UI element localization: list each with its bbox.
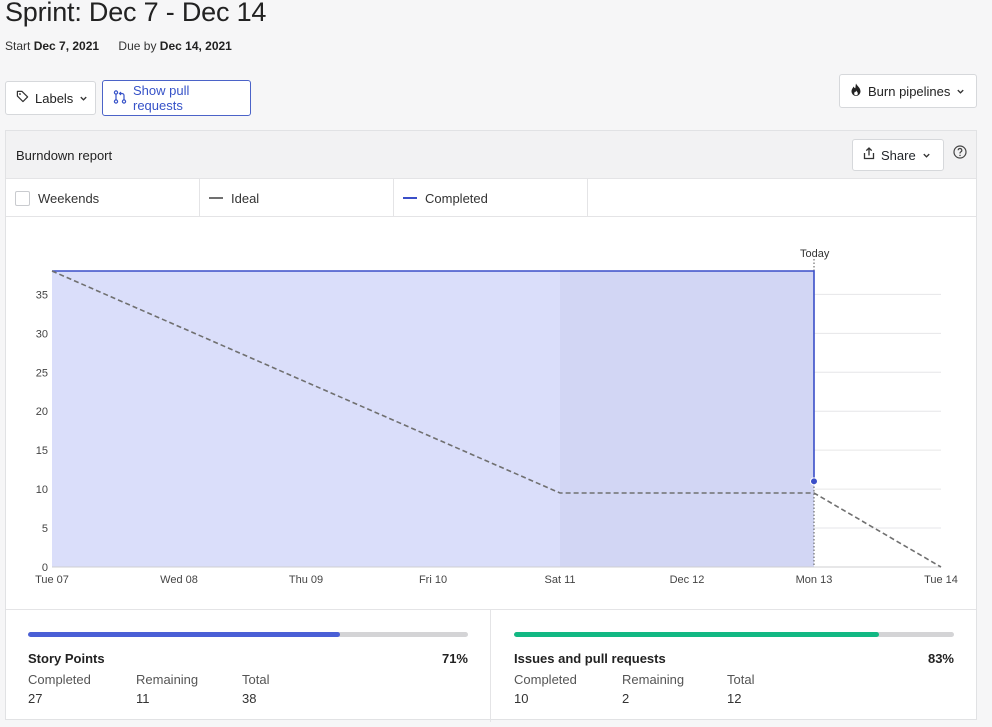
- issues-percent: 83%: [927, 651, 954, 666]
- y-tick-label: 5: [42, 523, 48, 535]
- weekends-checkbox[interactable]: [15, 190, 30, 206]
- chevron-down-icon: [79, 91, 88, 106]
- legend-completed[interactable]: Completed: [394, 179, 588, 217]
- y-tick-label: 30: [36, 328, 48, 340]
- weekend-shade: [560, 271, 814, 567]
- story-points-completed-value: 27: [28, 691, 43, 706]
- sprint-dates: Start Dec 7, 2021 Due by Dec 14, 2021: [5, 39, 232, 53]
- sprint-page: Sprint: Dec 7 - Dec 14 Start Dec 7, 2021…: [0, 0, 992, 727]
- show-pull-requests-button[interactable]: Show pull requests: [102, 80, 251, 116]
- tag-icon: [16, 90, 29, 106]
- stats-section: Story Points 71% Completed Remaining Tot…: [6, 609, 977, 722]
- story-points-percent: 71%: [441, 651, 468, 666]
- story-points-remaining-value: 11: [136, 691, 150, 706]
- issues-remaining-value: 2: [622, 691, 630, 706]
- chart-legend: Weekends Ideal Completed: [6, 179, 976, 217]
- legend-ideal[interactable]: Ideal: [200, 179, 394, 217]
- issues-title: Issues and pull requests: [514, 651, 666, 666]
- show-pull-requests-label: Show pull requests: [133, 83, 190, 113]
- issues-card: Issues and pull requests 83% Completed R…: [491, 610, 977, 722]
- issues-total-label: Total: [727, 672, 755, 687]
- story-points-completed-label: Completed: [28, 672, 91, 687]
- story-points-progress-fill: [28, 632, 341, 637]
- share-button[interactable]: Share: [852, 139, 944, 171]
- legend-weekends[interactable]: Weekends: [6, 179, 200, 217]
- ideal-swatch: [209, 197, 223, 199]
- help-icon[interactable]: [953, 145, 967, 164]
- x-tick-label: Tue 07: [35, 574, 69, 586]
- share-button-label: Share: [881, 147, 916, 163]
- start-label: Start: [5, 39, 31, 53]
- chevron-down-icon: [956, 84, 965, 99]
- legend-weekends-label: Weekends: [38, 190, 100, 206]
- due-label: Due by: [118, 39, 157, 53]
- x-tick-label: Dec 12: [670, 574, 705, 586]
- story-points-card: Story Points 71% Completed Remaining Tot…: [6, 610, 491, 722]
- completed-point: [810, 477, 818, 486]
- x-tick-label: Wed 08: [160, 574, 198, 586]
- x-tick-label: Mon 13: [796, 574, 833, 586]
- story-points-total-label: Total: [242, 672, 270, 687]
- completed-swatch: [403, 197, 417, 199]
- x-tick-label: Fri 10: [419, 574, 447, 586]
- x-tick-label: Sat 11: [545, 574, 576, 586]
- burndown-header: Burndown report Share: [6, 131, 976, 179]
- labels-button-label: Labels: [35, 90, 74, 106]
- x-tick-label: Thu 09: [289, 574, 323, 586]
- y-tick-label: 20: [36, 406, 48, 418]
- chevron-down-icon: [922, 148, 931, 163]
- y-tick-label: 10: [36, 484, 48, 496]
- burndown-panel: Burndown report Share Weekends Ideal Com…: [5, 130, 977, 722]
- story-points-remaining-label: Remaining: [136, 672, 199, 687]
- issues-remaining-label: Remaining: [622, 672, 685, 687]
- today-label: Today: [800, 248, 830, 260]
- burn-pipelines-button[interactable]: Burn pipelines: [839, 74, 977, 108]
- burn-pipelines-label: Burn pipelines: [868, 83, 951, 99]
- labels-button[interactable]: Labels: [5, 81, 96, 115]
- issues-progress: [514, 632, 954, 637]
- pull-request-icon: [113, 89, 127, 107]
- legend-ideal-label: Ideal: [231, 190, 260, 206]
- issues-progress-fill: [514, 632, 880, 637]
- burndown-title: Burndown report: [16, 148, 113, 163]
- story-points-title: Story Points: [28, 651, 105, 666]
- flame-icon: [850, 83, 862, 100]
- issues-completed-value: 10: [514, 691, 529, 706]
- start-date: Dec 7, 2021: [33, 39, 100, 53]
- y-tick-label: 15: [36, 445, 48, 457]
- burndown-chart: Today 0 5 10 15 20 25 30 35 Tue 07 Wed 08 Thu 09 Fri…: [35, 248, 958, 586]
- share-icon: [863, 147, 875, 163]
- issues-total-value: 12: [727, 691, 742, 706]
- issues-completed-label: Completed: [514, 672, 577, 687]
- y-tick-label: 0: [42, 562, 48, 574]
- story-points-progress: [28, 632, 468, 637]
- x-tick-label: Tue 14: [924, 574, 958, 586]
- page-title: Sprint: Dec 7 - Dec 14: [5, 0, 267, 27]
- y-tick-label: 35: [36, 289, 48, 301]
- legend-completed-label: Completed: [425, 190, 488, 206]
- due-date: Dec 14, 2021: [159, 39, 232, 53]
- y-tick-label: 25: [36, 367, 48, 379]
- story-points-total-value: 38: [242, 691, 257, 706]
